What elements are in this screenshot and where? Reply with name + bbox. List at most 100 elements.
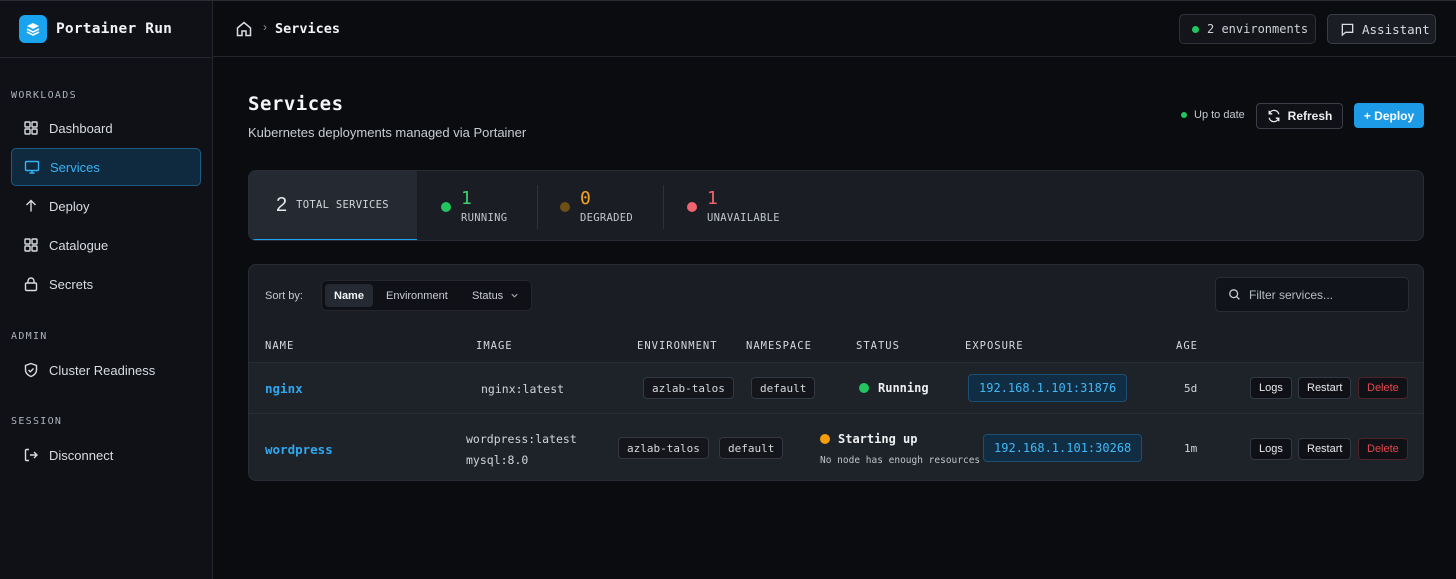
- image-name: nginx:latest: [481, 382, 565, 396]
- exposure-link[interactable]: 192.168.1.101:31876: [968, 374, 1128, 402]
- assistant-button[interactable]: Assistant: [1327, 14, 1436, 44]
- sync-status: Up to date: [1181, 109, 1245, 121]
- stat-total-label: TOTAL SERVICES: [296, 199, 389, 211]
- column-header-name[interactable]: NAME: [265, 340, 294, 352]
- sidebar-item-deploy[interactable]: Deploy: [11, 187, 201, 225]
- chevron-down-icon: [511, 293, 518, 298]
- section-session: SESSION: [11, 416, 63, 427]
- chevron-right-icon: ›: [263, 20, 267, 34]
- sidebar-item-label: Catalogue: [49, 237, 109, 253]
- column-header-exposure[interactable]: EXPOSURE: [965, 340, 1024, 352]
- sidebar-item-dashboard[interactable]: Dashboard: [11, 109, 201, 147]
- stat-unavailable-value: 1: [707, 188, 718, 209]
- status-text: Running: [878, 381, 929, 395]
- restart-button[interactable]: Restart: [1298, 377, 1352, 399]
- chat-icon: [1341, 23, 1354, 37]
- brand[interactable]: Portainer Run: [0, 1, 212, 58]
- topbar: › Services 2 environments Assistant: [213, 0, 1456, 57]
- age-value: 1m: [1184, 442, 1198, 455]
- logs-button[interactable]: Logs: [1250, 438, 1292, 460]
- status-detail: No node has enough resources: [820, 455, 981, 466]
- status-text: Starting up: [838, 432, 918, 446]
- stat-degraded[interactable]: 0 DEGRADED: [560, 171, 633, 240]
- refresh-label: Refresh: [1287, 109, 1333, 123]
- home-icon[interactable]: [235, 20, 253, 38]
- page-title: Services: [248, 93, 344, 115]
- service-name-link[interactable]: wordpress: [265, 442, 333, 457]
- sort-option-environment[interactable]: Environment: [377, 284, 457, 307]
- service-name-link[interactable]: nginx: [265, 381, 303, 396]
- sidebar-item-secrets[interactable]: Secrets: [11, 265, 201, 303]
- stat-degraded-label: DEGRADED: [580, 212, 633, 224]
- logs-button[interactable]: Logs: [1250, 377, 1292, 399]
- namespace-tag: default: [751, 377, 816, 399]
- lock-icon: [24, 277, 38, 292]
- column-header-status[interactable]: STATUS: [856, 340, 900, 352]
- column-header-namespace[interactable]: NAMESPACE: [746, 340, 812, 352]
- section-workloads: WORKLOADS: [11, 90, 77, 101]
- column-header-environment[interactable]: ENVIRONMENT: [637, 340, 718, 352]
- delete-button[interactable]: Delete: [1358, 438, 1408, 460]
- search-input[interactable]: [1249, 287, 1399, 302]
- exposure-link[interactable]: 192.168.1.101:30268: [983, 434, 1143, 462]
- assistant-label: Assistant: [1362, 21, 1430, 37]
- status-dot-icon: [441, 201, 451, 212]
- stat-total-services[interactable]: 2 TOTAL SERVICES: [249, 171, 417, 240]
- environments-indicator[interactable]: 2 environments: [1179, 14, 1316, 44]
- sort-option-name[interactable]: Name: [325, 284, 373, 307]
- stat-running[interactable]: 1 RUNNING: [441, 171, 507, 240]
- portainer-logo-icon: [19, 15, 47, 43]
- sidebar-item-services[interactable]: Services: [11, 148, 201, 186]
- status-dot-icon: [1181, 112, 1187, 118]
- sidebar-item-label: Secrets: [49, 276, 94, 292]
- environments-label: 2 environments: [1207, 22, 1309, 36]
- sidebar-item-disconnect[interactable]: Disconnect: [11, 436, 201, 474]
- table-row[interactable]: wordpress wordpress:latest mysql:8.0 azl…: [249, 414, 1423, 480]
- status-dot-icon: [560, 201, 570, 212]
- restart-button[interactable]: Restart: [1298, 438, 1352, 460]
- environment-tag: azlab-talos: [618, 437, 709, 459]
- grid-icon: [24, 121, 38, 135]
- page-subtitle: Kubernetes deployments managed via Porta…: [248, 125, 527, 140]
- refresh-icon: [1268, 109, 1280, 123]
- shield-icon: [24, 362, 38, 378]
- sidebar-item-cluster-readiness[interactable]: Cluster Readiness: [11, 351, 201, 389]
- sidebar-item-label: Disconnect: [49, 447, 114, 463]
- sidebar-item-label: Dashboard: [49, 120, 113, 136]
- sort-label: Sort by:: [265, 290, 303, 302]
- search-icon: [1229, 289, 1240, 300]
- refresh-button[interactable]: Refresh: [1256, 103, 1343, 129]
- delete-button[interactable]: Delete: [1358, 377, 1408, 399]
- sort-option-status[interactable]: Status: [463, 284, 528, 307]
- grid-icon: [24, 238, 38, 252]
- status-dot-icon: [820, 434, 830, 444]
- sidebar-item-catalogue[interactable]: Catalogue: [11, 226, 201, 264]
- arrow-up-icon: [26, 199, 36, 212]
- status-dot-icon: [687, 201, 697, 212]
- column-header-image[interactable]: IMAGE: [476, 340, 513, 352]
- deploy-button[interactable]: + Deploy: [1354, 103, 1424, 128]
- status-dot-icon: [1192, 25, 1199, 33]
- divider: [537, 185, 538, 229]
- table-row[interactable]: nginx nginx:latest azlab-talos default R…: [249, 363, 1423, 413]
- column-header-age[interactable]: AGE: [1176, 340, 1198, 352]
- sidebar: Portainer Run WORKLOADS Dashboard Servic…: [0, 0, 213, 579]
- environment-tag: azlab-talos: [643, 377, 734, 399]
- stat-unavailable[interactable]: 1 UNAVAILABLE: [687, 171, 780, 240]
- namespace-tag: default: [719, 437, 784, 459]
- age-value: 5d: [1184, 382, 1198, 395]
- stats-card: 2 TOTAL SERVICES 1 RUNNING 0 DEGRADED 1 …: [248, 170, 1424, 241]
- sidebar-item-label: Cluster Readiness: [49, 362, 156, 378]
- monitor-icon: [24, 160, 40, 174]
- stat-unavailable-label: UNAVAILABLE: [707, 212, 780, 224]
- sort-toggle-group: Name Environment Status: [321, 280, 532, 311]
- status-dot-icon: [859, 383, 869, 393]
- image-name: wordpress:latest: [466, 432, 577, 446]
- sidebar-item-label: Deploy: [49, 198, 90, 214]
- stat-total-value: 2: [276, 193, 288, 216]
- filter-services[interactable]: [1215, 277, 1409, 312]
- sort-option-status-label: Status: [472, 289, 504, 302]
- divider: [663, 185, 664, 229]
- stat-running-value: 1: [461, 188, 472, 209]
- services-table-card: Sort by: Name Environment Status NAME IM…: [248, 264, 1424, 481]
